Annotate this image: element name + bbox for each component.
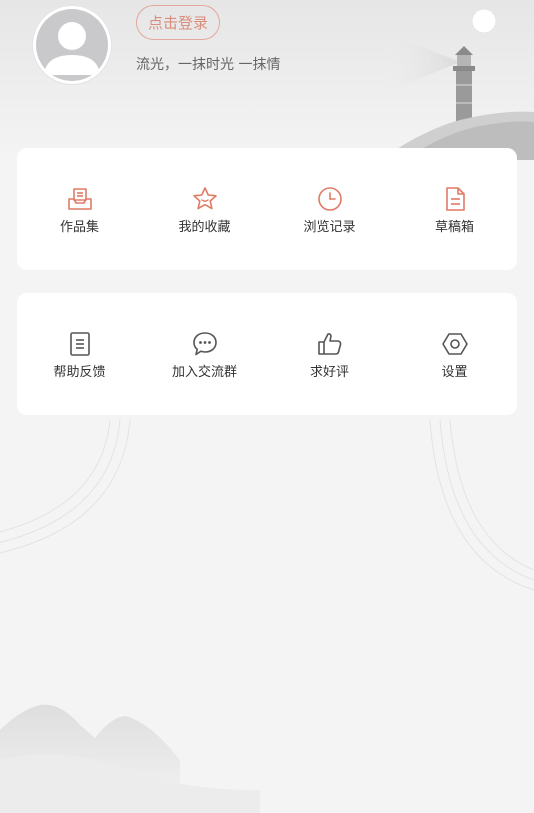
profile-header: 点击登录 流光，一抹时光 一抹情: [0, 0, 534, 150]
settings-label: 设置: [441, 365, 468, 380]
drafts-label: 草稿箱: [434, 220, 474, 235]
content-shortcuts-card: 作品集 我的收藏 浏览记录 草稿箱: [17, 148, 517, 270]
portfolio-label: 作品集: [59, 220, 99, 235]
help-feedback-button[interactable]: 帮助反馈: [17, 293, 142, 415]
favorites-button[interactable]: 我的收藏: [142, 148, 267, 270]
rate-app-label: 求好评: [309, 365, 349, 380]
login-button[interactable]: 点击登录: [136, 5, 220, 40]
portfolio-button[interactable]: 作品集: [17, 148, 142, 270]
settings-button[interactable]: 设置: [392, 293, 517, 415]
help-feedback-label: 帮助反馈: [53, 365, 106, 380]
note-icon: [69, 332, 90, 356]
star-icon: [192, 187, 217, 210]
rate-app-button[interactable]: 求好评: [267, 293, 392, 415]
thumbs-up-icon: [317, 333, 341, 355]
history-label: 浏览记录: [303, 220, 356, 235]
default-user-icon: [36, 9, 108, 81]
profile-subtitle: 流光，一抹时光 一抹情: [136, 57, 281, 73]
join-group-label: 加入交流群: [171, 365, 237, 380]
chat-icon: [192, 332, 217, 356]
settings-hexagon-icon: [441, 333, 468, 355]
history-button[interactable]: 浏览记录: [267, 148, 392, 270]
favorites-label: 我的收藏: [178, 220, 231, 235]
document-icon: [445, 187, 465, 211]
avatar[interactable]: [33, 6, 111, 84]
clock-icon: [317, 187, 342, 211]
drafts-button[interactable]: 草稿箱: [392, 148, 517, 270]
join-group-button[interactable]: 加入交流群: [142, 293, 267, 415]
inbox-icon: [67, 188, 92, 210]
settings-shortcuts-card: 帮助反馈 加入交流群 求好评 设置: [17, 293, 517, 415]
